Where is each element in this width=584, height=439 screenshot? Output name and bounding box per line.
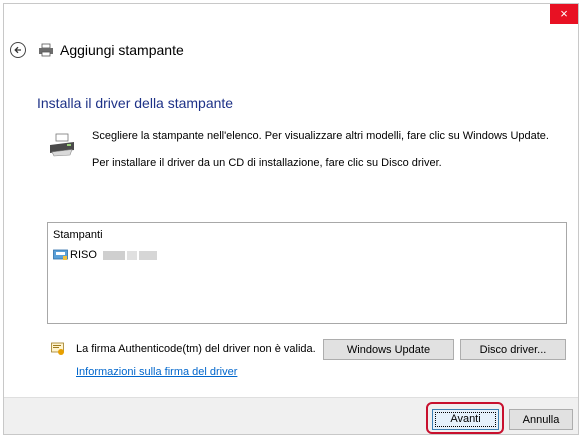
printer-list[interactable]: Stampanti RISO (47, 222, 567, 324)
printer-device-icon (53, 249, 68, 260)
signature-info-link[interactable]: Informazioni sulla firma del driver (76, 366, 237, 378)
back-button[interactable] (10, 42, 26, 58)
window-title: Aggiungi stampante (60, 42, 184, 58)
back-arrow-icon (14, 46, 21, 54)
cancel-button[interactable]: Annulla (509, 409, 573, 430)
instruction-text-1: Scegliere la stampante nell'elenco. Per … (92, 130, 549, 142)
list-column-header: Stampanti (53, 229, 103, 241)
signature-warning-text: La firma Authenticode(tm) del driver non… (76, 343, 316, 355)
redacted-text (102, 250, 125, 260)
disk-driver-button[interactable]: Disco driver... (460, 339, 566, 360)
close-button[interactable]: × (550, 4, 578, 24)
redacted-text (126, 250, 137, 260)
printer-icon (39, 43, 53, 57)
windows-update-button[interactable]: Windows Update (323, 339, 454, 360)
redacted-text (138, 250, 157, 260)
list-item-label: RISO (70, 249, 97, 261)
printer-install-icon (50, 133, 74, 157)
next-button-label: Avanti (435, 412, 496, 427)
next-button[interactable]: Avanti (432, 409, 499, 430)
certificate-warning-icon (51, 342, 64, 355)
page-heading: Installa il driver della stampante (37, 95, 234, 111)
instruction-text-2: Per installare il driver da un CD di ins… (92, 157, 442, 169)
title-bar: Aggiungi stampante (10, 40, 184, 60)
list-item[interactable]: RISO (53, 248, 157, 262)
